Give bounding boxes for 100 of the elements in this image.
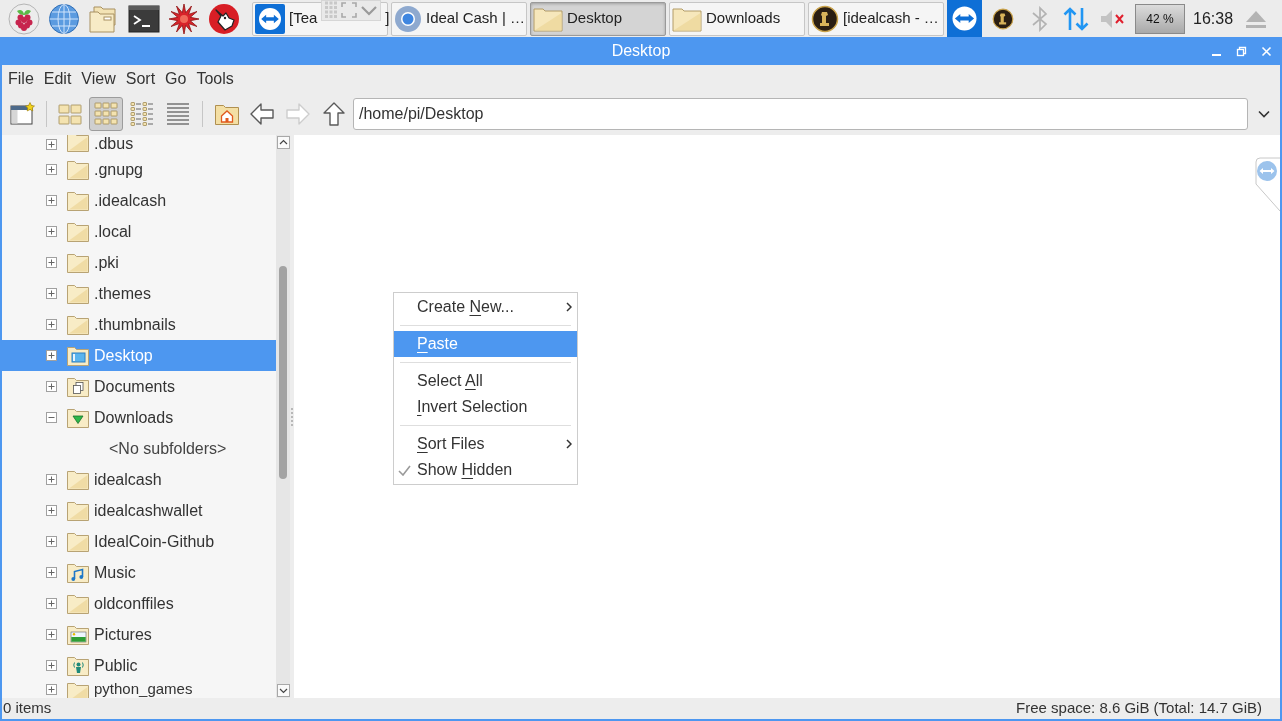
check-icon	[398, 464, 411, 476]
folder-icon	[66, 468, 90, 491]
menu-bar-item[interactable]: Go	[160, 67, 192, 91]
taskbar-button[interactable]: Ideal Cash | …	[391, 1, 527, 36]
taskbar-button[interactable]: [Tea ]	[252, 1, 388, 36]
expand-icon[interactable]	[46, 536, 57, 547]
clock-text[interactable]: 16:38	[1193, 6, 1234, 31]
raspberry-icon[interactable]	[8, 2, 40, 35]
expand-icon[interactable]	[46, 139, 57, 150]
detail-list-icon	[165, 101, 191, 127]
folder-icon	[66, 189, 90, 212]
folder-person-icon	[66, 654, 90, 677]
expand-icon[interactable]	[46, 257, 57, 268]
expand-icon[interactable]	[46, 164, 57, 175]
scroll-down-icon[interactable]	[276, 684, 290, 697]
folder-window-icon	[66, 344, 90, 367]
tree-item[interactable]: idealcash	[2, 464, 276, 495]
folder-documents-icon	[66, 375, 90, 398]
folder-icon	[66, 220, 90, 243]
folder-down-arrow-icon	[66, 406, 90, 429]
tree-item[interactable]: .pki	[2, 247, 276, 278]
menu-bar-item[interactable]: View	[76, 67, 121, 91]
menu-item[interactable]: Invert Selection	[394, 394, 577, 420]
scroll-up-icon[interactable]	[276, 136, 290, 149]
menu-bar-item[interactable]: Sort	[120, 67, 161, 91]
back-arrow-icon[interactable]	[249, 101, 275, 127]
expand-icon[interactable]	[46, 684, 57, 695]
tree-item[interactable]: Music	[2, 557, 276, 588]
menu-item[interactable]: Show Hidden	[394, 457, 577, 483]
coin-icon[interactable]	[992, 7, 1014, 30]
folder-icon	[66, 499, 90, 522]
menu-bar-item[interactable]: Tools	[191, 67, 239, 91]
compact-list-icon	[129, 101, 155, 127]
expand-icon[interactable]	[46, 195, 57, 206]
folder-icon	[66, 313, 90, 336]
tree-item[interactable]: Pictures	[2, 619, 276, 650]
expand-icon[interactable]	[46, 226, 57, 237]
dropdown-chevron-icon[interactable]	[1258, 110, 1270, 118]
tree-item[interactable]: .themes	[2, 278, 276, 309]
folder-icon	[66, 592, 90, 615]
tree-item[interactable]: .dbus	[2, 135, 276, 154]
path-field[interactable]: /home/pi/Desktop	[353, 98, 1248, 130]
expand-icon[interactable]	[46, 505, 57, 516]
tree-item[interactable]: python_games	[2, 681, 276, 698]
collapse-icon[interactable]	[46, 412, 57, 423]
expand-icon[interactable]	[46, 567, 57, 578]
free-space-text: Free space: 8.6 GiB (Total: 14.7 GiB)	[1016, 698, 1262, 719]
ring-icon	[394, 4, 422, 33]
menu-item[interactable]: Sort Files	[394, 431, 577, 457]
status-text: 0 items	[3, 698, 52, 719]
expand-icon[interactable]	[46, 660, 57, 671]
menu-bar-item[interactable]: Edit	[38, 67, 77, 91]
dot-grid-icon[interactable]	[324, 1, 339, 19]
restore-icon[interactable]	[1236, 45, 1247, 57]
tree-item[interactable]: .thumbnails	[2, 309, 276, 340]
folder-icon	[66, 530, 90, 553]
globe-icon[interactable]	[48, 2, 80, 35]
folder-icon	[672, 5, 702, 32]
folder-icon	[66, 135, 90, 153]
expand-icon[interactable]	[46, 288, 57, 299]
folder-icon	[66, 251, 90, 274]
taskbar-button[interactable]: Downloads	[669, 1, 805, 36]
menu-item[interactable]: Select All	[394, 368, 577, 394]
up-arrow-icon[interactable]	[321, 101, 347, 127]
expand-icon[interactable]	[46, 629, 57, 640]
tree-item[interactable]: idealcashwallet	[2, 495, 276, 526]
taskbar-button[interactable]: Desktop	[530, 1, 666, 36]
folder-picture-icon	[66, 623, 90, 646]
expand-icon[interactable]	[46, 381, 57, 392]
starburst-icon[interactable]	[168, 2, 200, 35]
coin-icon	[811, 4, 839, 33]
window-title: Desktop	[611, 41, 671, 61]
folder-icon	[533, 5, 563, 32]
folder-icon	[66, 282, 90, 305]
folder-icon	[66, 681, 90, 698]
scrollbar-thumb[interactable]	[279, 266, 287, 479]
expand-icon[interactable]	[46, 350, 57, 361]
tree-item[interactable]: .idealcash	[2, 185, 276, 216]
taskbar-button[interactable]: [idealcash - …	[808, 1, 944, 36]
expand-icon[interactable]	[46, 598, 57, 609]
folder-music-note-icon	[66, 561, 90, 584]
tree-item[interactable]: IdealCoin-Github	[2, 526, 276, 557]
tree-item[interactable]: .gnupg	[2, 154, 276, 185]
tree-item[interactable]: Documents	[2, 371, 276, 402]
wolf-head-icon[interactable]	[208, 2, 240, 35]
close-icon[interactable]	[1261, 45, 1272, 57]
expand-icon[interactable]	[46, 319, 57, 330]
cpu-usage-text: 42 %	[1146, 10, 1174, 28]
expand-icon[interactable]	[46, 474, 57, 485]
folder-icon	[66, 158, 90, 181]
menu-bar-item[interactable]: File	[3, 67, 39, 91]
small-grid-icon	[93, 101, 119, 127]
home-folder-icon[interactable]	[214, 102, 240, 126]
new-window-icon[interactable]	[10, 102, 36, 126]
tree-item[interactable]: oldconffiles	[2, 588, 276, 619]
menu-item[interactable]: Create New...	[394, 294, 577, 320]
tree-item[interactable]: Public	[2, 650, 276, 681]
tree-item[interactable]: .local	[2, 216, 276, 247]
terminal-icon[interactable]	[128, 2, 160, 35]
tree-item[interactable]: Downloads	[2, 402, 276, 433]
